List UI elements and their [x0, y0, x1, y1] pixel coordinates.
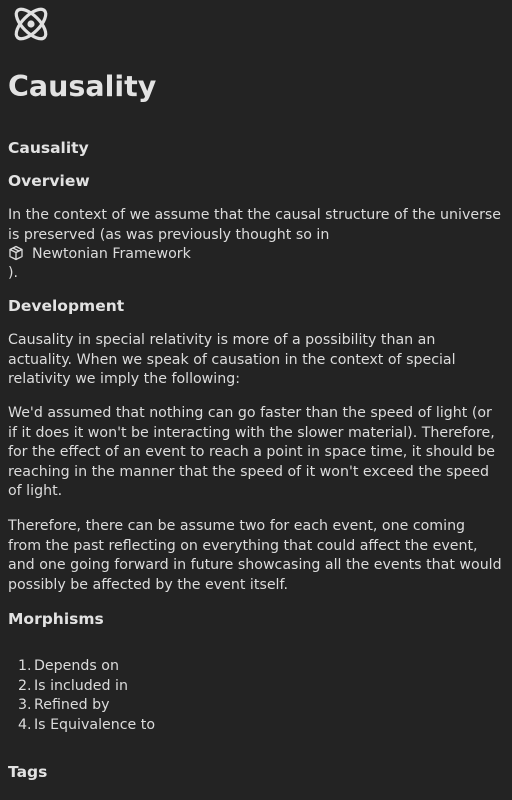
- newtonian-framework-link[interactable]: Newtonian Framework: [8, 244, 191, 264]
- atom-logo-icon[interactable]: [9, 2, 53, 46]
- list-item: 3. Refined by: [18, 697, 110, 713]
- overview-text: In the context of we assume that the cau…: [8, 207, 502, 243]
- list-item: 1. Depends on: [18, 658, 119, 674]
- cube-icon: [8, 245, 24, 261]
- morphisms-heading: Morphisms: [8, 610, 104, 628]
- link-label: Newtonian Framework: [32, 246, 191, 262]
- list-item: 4. Is Equivalence to: [18, 716, 156, 733]
- overview-heading: Overview: [8, 172, 90, 190]
- morphisms-list: 1. Depends on 2. Is included in 3. Refined …: [8, 657, 155, 735]
- subtitle-heading: Causality: [8, 139, 89, 157]
- development-paragraph: Therefore, there can be assume two for e…: [8, 518, 502, 593]
- page-title: Causality: [8, 70, 157, 103]
- development-heading: Development: [8, 297, 125, 315]
- tags-heading: Tags: [8, 763, 48, 781]
- overview-text-after: ).: [8, 265, 19, 281]
- list-item: 2. Is included in: [18, 677, 128, 694]
- development-paragraph: Causality in special relativity is more …: [8, 332, 456, 387]
- development-paragraph: We'd assumed that nothing can go faster …: [8, 405, 496, 499]
